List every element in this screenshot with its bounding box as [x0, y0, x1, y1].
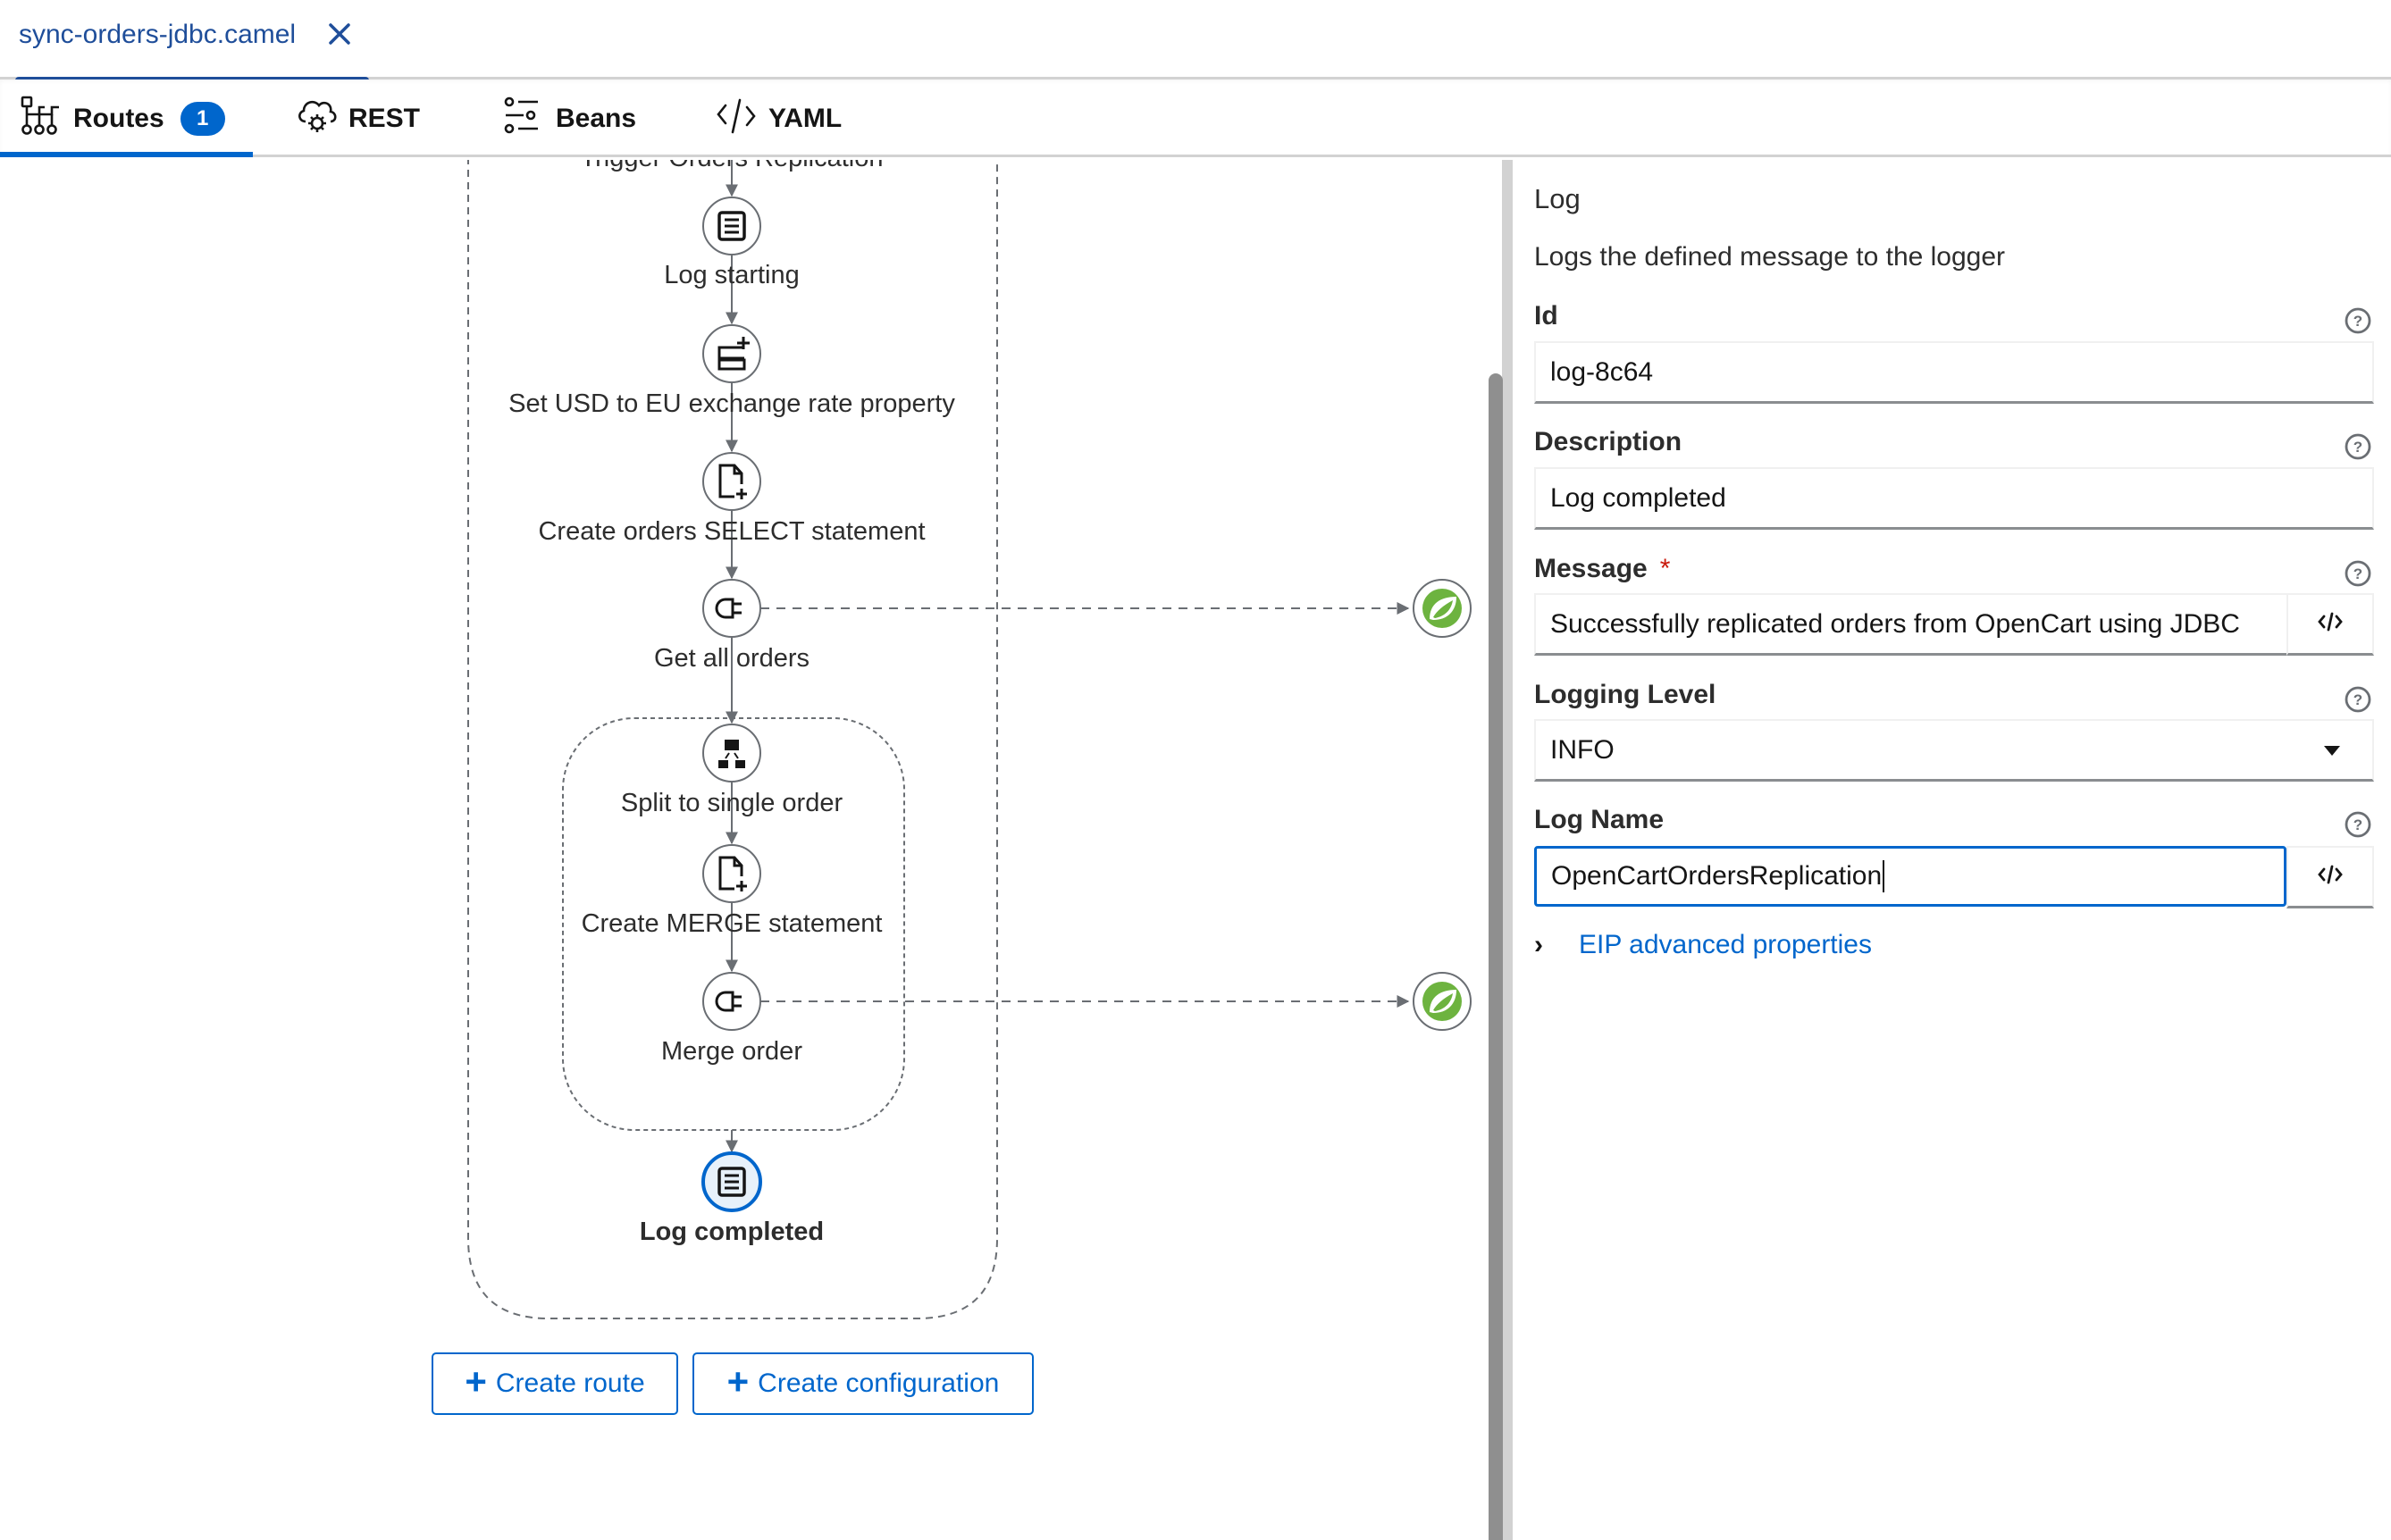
node-log-completed[interactable]: Log completed	[640, 1151, 824, 1246]
required-marker: *	[1659, 554, 1671, 583]
help-icon[interactable]: ?	[2344, 559, 2372, 588]
logging-level-label-text: Logging Level	[1534, 680, 1716, 709]
edges	[726, 160, 1410, 1153]
route-diagram: Trigger Orders Replication Log starting	[467, 160, 1472, 1319]
node-split[interactable]: Split to single order	[621, 724, 843, 817]
caret-down-icon	[2324, 746, 2340, 756]
eip-advanced-properties-toggle[interactable]: › EIP advanced properties	[1534, 930, 1872, 960]
panel-title: Log	[1534, 183, 1581, 214]
eip-advanced-label: EIP advanced properties	[1579, 930, 1872, 959]
cloud-gear-icon	[295, 95, 340, 143]
node-label: Log starting	[664, 261, 800, 289]
panel-description: Logs the defined message to the logger	[1534, 242, 2006, 272]
log-name-input[interactable]: OpenCartOrdersReplication	[1534, 846, 2286, 907]
node-log-starting[interactable]: Log starting	[664, 197, 800, 289]
message-label-text: Message	[1534, 554, 1648, 583]
message-input[interactable]: Successfully replicated orders from Open…	[1534, 593, 2286, 656]
canvas-scrollbar-thumb[interactable]	[1489, 373, 1503, 1540]
log-name-label-text: Log Name	[1534, 805, 1665, 834]
svg-text:?: ?	[2353, 565, 2362, 582]
route-canvas[interactable]: Trigger Orders Replication Log starting	[0, 160, 1510, 1540]
log-name-value: OpenCartOrdersReplication	[1551, 861, 1883, 891]
routes-count-badge: 1	[180, 101, 225, 136]
node-set-property[interactable]: Set USD to EU exchange rate property	[508, 324, 955, 418]
expression-editor-button[interactable]	[2286, 593, 2374, 656]
help-icon[interactable]: ?	[2344, 432, 2372, 461]
tab-routes[interactable]: Routes 1	[20, 80, 225, 157]
tab-active-indicator	[0, 152, 253, 157]
node-label: Get all orders	[654, 644, 810, 673]
tab-routes-label: Routes	[73, 103, 164, 133]
tab-yaml-label: YAML	[768, 103, 843, 133]
spring-icon	[1422, 982, 1462, 1021]
tab-rest-label: REST	[348, 103, 421, 133]
endpoint-spring-1[interactable]	[1413, 579, 1472, 638]
help-icon[interactable]: ?	[2344, 685, 2372, 714]
logging-level-select[interactable]: INFO	[1534, 719, 2374, 782]
logging-level-label: Logging Level	[1534, 680, 1716, 710]
plus-icon: +	[465, 1360, 487, 1402]
routes-icon	[20, 95, 64, 143]
node-get-all-orders[interactable]: Get all orders	[654, 579, 810, 673]
node-label: Split to single order	[621, 789, 843, 817]
endpoint-spring-2[interactable]	[1413, 972, 1472, 1031]
close-icon[interactable]	[323, 18, 356, 50]
tab-rest[interactable]: REST	[295, 80, 420, 157]
logging-level-value: INFO	[1550, 734, 1615, 765]
create-route-label: Create route	[495, 1368, 645, 1398]
create-configuration-label: Create configuration	[758, 1368, 1000, 1398]
tab-yaml[interactable]: YAML	[715, 80, 842, 157]
expression-editor-button[interactable]	[2286, 846, 2374, 908]
id-label: Id	[1534, 301, 1558, 331]
node-create-merge[interactable]: Create MERGE statement	[582, 844, 883, 938]
svg-text:?: ?	[2353, 439, 2362, 456]
message-label: Message *	[1534, 554, 1670, 584]
chevron-right-icon: ›	[1534, 930, 1543, 959]
code-icon	[2317, 861, 2344, 892]
node-label: Set USD to EU exchange rate property	[508, 389, 955, 418]
create-route-button[interactable]: + Create route	[432, 1352, 678, 1415]
help-icon[interactable]: ?	[2344, 810, 2372, 839]
node-label: Create orders SELECT statement	[538, 517, 925, 546]
node-create-select[interactable]: Create orders SELECT statement	[538, 452, 926, 546]
id-value: log-8c64	[1550, 356, 1654, 387]
help-icon[interactable]: ?	[2344, 306, 2372, 335]
svg-text:?: ?	[2353, 691, 2362, 708]
node-label: Merge order	[661, 1037, 802, 1066]
create-configuration-button[interactable]: + Create configuration	[692, 1352, 1034, 1415]
code-icon	[715, 95, 759, 143]
tab-beans-label: Beans	[556, 103, 637, 133]
description-input[interactable]: Log completed	[1534, 467, 2374, 530]
file-tab[interactable]: sync-orders-jdbc.camel	[15, 0, 369, 82]
description-value: Log completed	[1550, 482, 1726, 513]
node-merge-order[interactable]: Merge order	[661, 972, 802, 1066]
svg-text:?: ?	[2353, 313, 2362, 330]
message-value: Successfully replicated orders from Open…	[1550, 608, 2240, 639]
properties-panel: Log Logs the defined message to the logg…	[1513, 160, 2391, 1540]
text-cursor	[1883, 860, 1885, 892]
beans-settings-icon	[502, 95, 547, 143]
description-label: Description	[1534, 427, 1682, 457]
canvas-scrollbar-track[interactable]	[1502, 160, 1510, 1540]
id-label-text: Id	[1534, 301, 1558, 331]
description-label-text: Description	[1534, 427, 1682, 456]
view-tabs: Routes 1 REST Beans YAML	[0, 80, 2391, 157]
node-label: Log completed	[640, 1218, 824, 1246]
id-input[interactable]: log-8c64	[1534, 341, 2374, 404]
tab-beans[interactable]: Beans	[502, 80, 636, 157]
log-name-label: Log Name	[1534, 805, 1664, 835]
svg-text:?: ?	[2353, 816, 2362, 833]
spring-icon	[1422, 589, 1462, 628]
code-icon	[2317, 608, 2344, 640]
file-tab-bar: sync-orders-jdbc.camel	[0, 0, 2391, 82]
plus-icon: +	[726, 1360, 750, 1402]
node-label: Create MERGE statement	[582, 909, 883, 938]
file-tab-label: sync-orders-jdbc.camel	[19, 20, 297, 49]
